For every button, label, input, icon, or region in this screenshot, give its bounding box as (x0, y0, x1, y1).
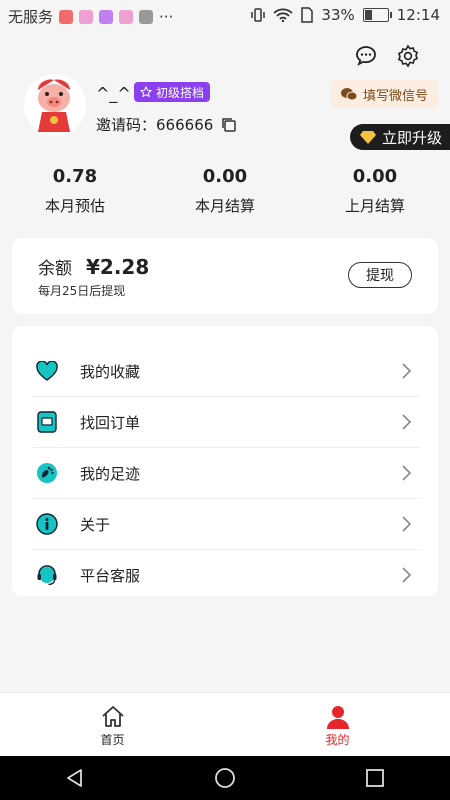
home-icon (101, 706, 124, 727)
menu-item-about[interactable]: 关于 (32, 499, 420, 550)
nickname: ^_^ (96, 84, 131, 103)
battery-percent: 33% (321, 6, 355, 24)
notification-icon (79, 9, 94, 24)
carrier-text: 无服务 (8, 8, 54, 26)
balance-amount: ¥2.28 (86, 255, 150, 279)
menu-label: 关于 (80, 515, 111, 534)
stat-label: 本月结算 (194, 197, 255, 215)
wechat-icon (340, 87, 357, 100)
headset-icon (36, 564, 58, 586)
chevron-right-icon (402, 414, 412, 430)
stat-label: 本月预估 (44, 197, 105, 215)
upgrade-label: 立即升级 (381, 128, 442, 147)
menu-item-footprints[interactable]: 我的足迹 (32, 448, 420, 499)
invite-code-row: 邀请码： 666666 (96, 114, 237, 135)
back-icon[interactable] (64, 767, 86, 789)
menu-label: 我的收藏 (80, 362, 141, 381)
status-bar: 无服务 ··· 33% 12:14 (0, 0, 450, 32)
level-badge: 初级搭档 (134, 82, 211, 102)
level-badge-label: 初级搭档 (156, 85, 205, 100)
stat-value: 0.00 (352, 166, 398, 187)
tab-home[interactable]: 首页 (0, 693, 225, 757)
copy-icon[interactable] (221, 117, 237, 133)
chevron-right-icon (402, 465, 412, 481)
more-notifications-icon: ··· (159, 7, 174, 26)
info-icon (36, 513, 58, 535)
chevron-right-icon (402, 363, 412, 379)
balance-label: 余额 (38, 259, 72, 279)
chat-bubble-icon[interactable] (354, 44, 378, 68)
bottom-tab-bar: 首页 我的 (0, 692, 450, 757)
menu-item-customer-service[interactable]: 平台客服 (32, 550, 420, 600)
vibrate-icon (251, 8, 266, 22)
invite-code: 666666 (156, 115, 214, 134)
system-nav-bar (0, 756, 450, 800)
withdraw-button[interactable]: 提现 (348, 262, 412, 288)
fill-wechat-button[interactable]: 填写微信号 (330, 80, 438, 108)
notification-icon (119, 9, 134, 24)
stat-value: 0.00 (202, 166, 248, 187)
invite-label: 邀请码： (96, 116, 157, 134)
stat-label: 上月结算 (344, 197, 405, 215)
sim-icon (301, 7, 314, 23)
menu-label: 平台客服 (80, 566, 141, 585)
menu-card: 我的收藏 找回订单 我的足迹 关于 平台客服 (12, 326, 438, 596)
notification-icon (59, 9, 74, 24)
menu-label: 我的足迹 (80, 464, 141, 483)
tab-label: 我的 (325, 733, 350, 747)
chevron-right-icon (402, 567, 412, 583)
withdraw-note: 每月25日后提现 (38, 284, 126, 298)
heart-icon (36, 360, 58, 382)
upgrade-button[interactable]: 立即升级 (349, 124, 450, 150)
stat-month-settled[interactable]: 0.00 本月结算 (150, 166, 300, 216)
balance-card: 余额 ¥2.28 每月25日后提现 提现 (12, 238, 438, 314)
battery-icon (362, 8, 392, 22)
home-circle-icon[interactable] (214, 767, 236, 789)
chevron-right-icon (402, 516, 412, 532)
footprint-icon (36, 462, 58, 484)
stat-value: 0.78 (52, 166, 98, 187)
avatar[interactable] (24, 74, 86, 136)
tab-label: 首页 (100, 733, 125, 747)
star-icon (140, 86, 152, 98)
wifi-icon (273, 8, 294, 22)
stat-last-month-settled[interactable]: 0.00 上月结算 (300, 166, 450, 216)
user-icon (326, 706, 349, 729)
wechat-button-label: 填写微信号 (362, 88, 428, 104)
notification-icon (99, 9, 114, 24)
gear-icon[interactable] (396, 44, 420, 68)
diamond-icon (359, 131, 376, 144)
menu-label: 找回订单 (80, 413, 141, 432)
earnings-stats: 0.78 本月预估 0.00 本月结算 0.00 上月结算 (0, 166, 450, 216)
order-icon (36, 411, 58, 433)
clock: 12:14 (396, 6, 440, 24)
menu-item-retrieve-order[interactable]: 找回订单 (32, 397, 420, 448)
tab-mine[interactable]: 我的 (225, 693, 450, 757)
stat-month-estimate[interactable]: 0.78 本月预估 (0, 166, 150, 216)
menu-item-favorites[interactable]: 我的收藏 (32, 346, 420, 397)
recents-icon[interactable] (364, 767, 386, 789)
notification-icon (139, 9, 154, 24)
